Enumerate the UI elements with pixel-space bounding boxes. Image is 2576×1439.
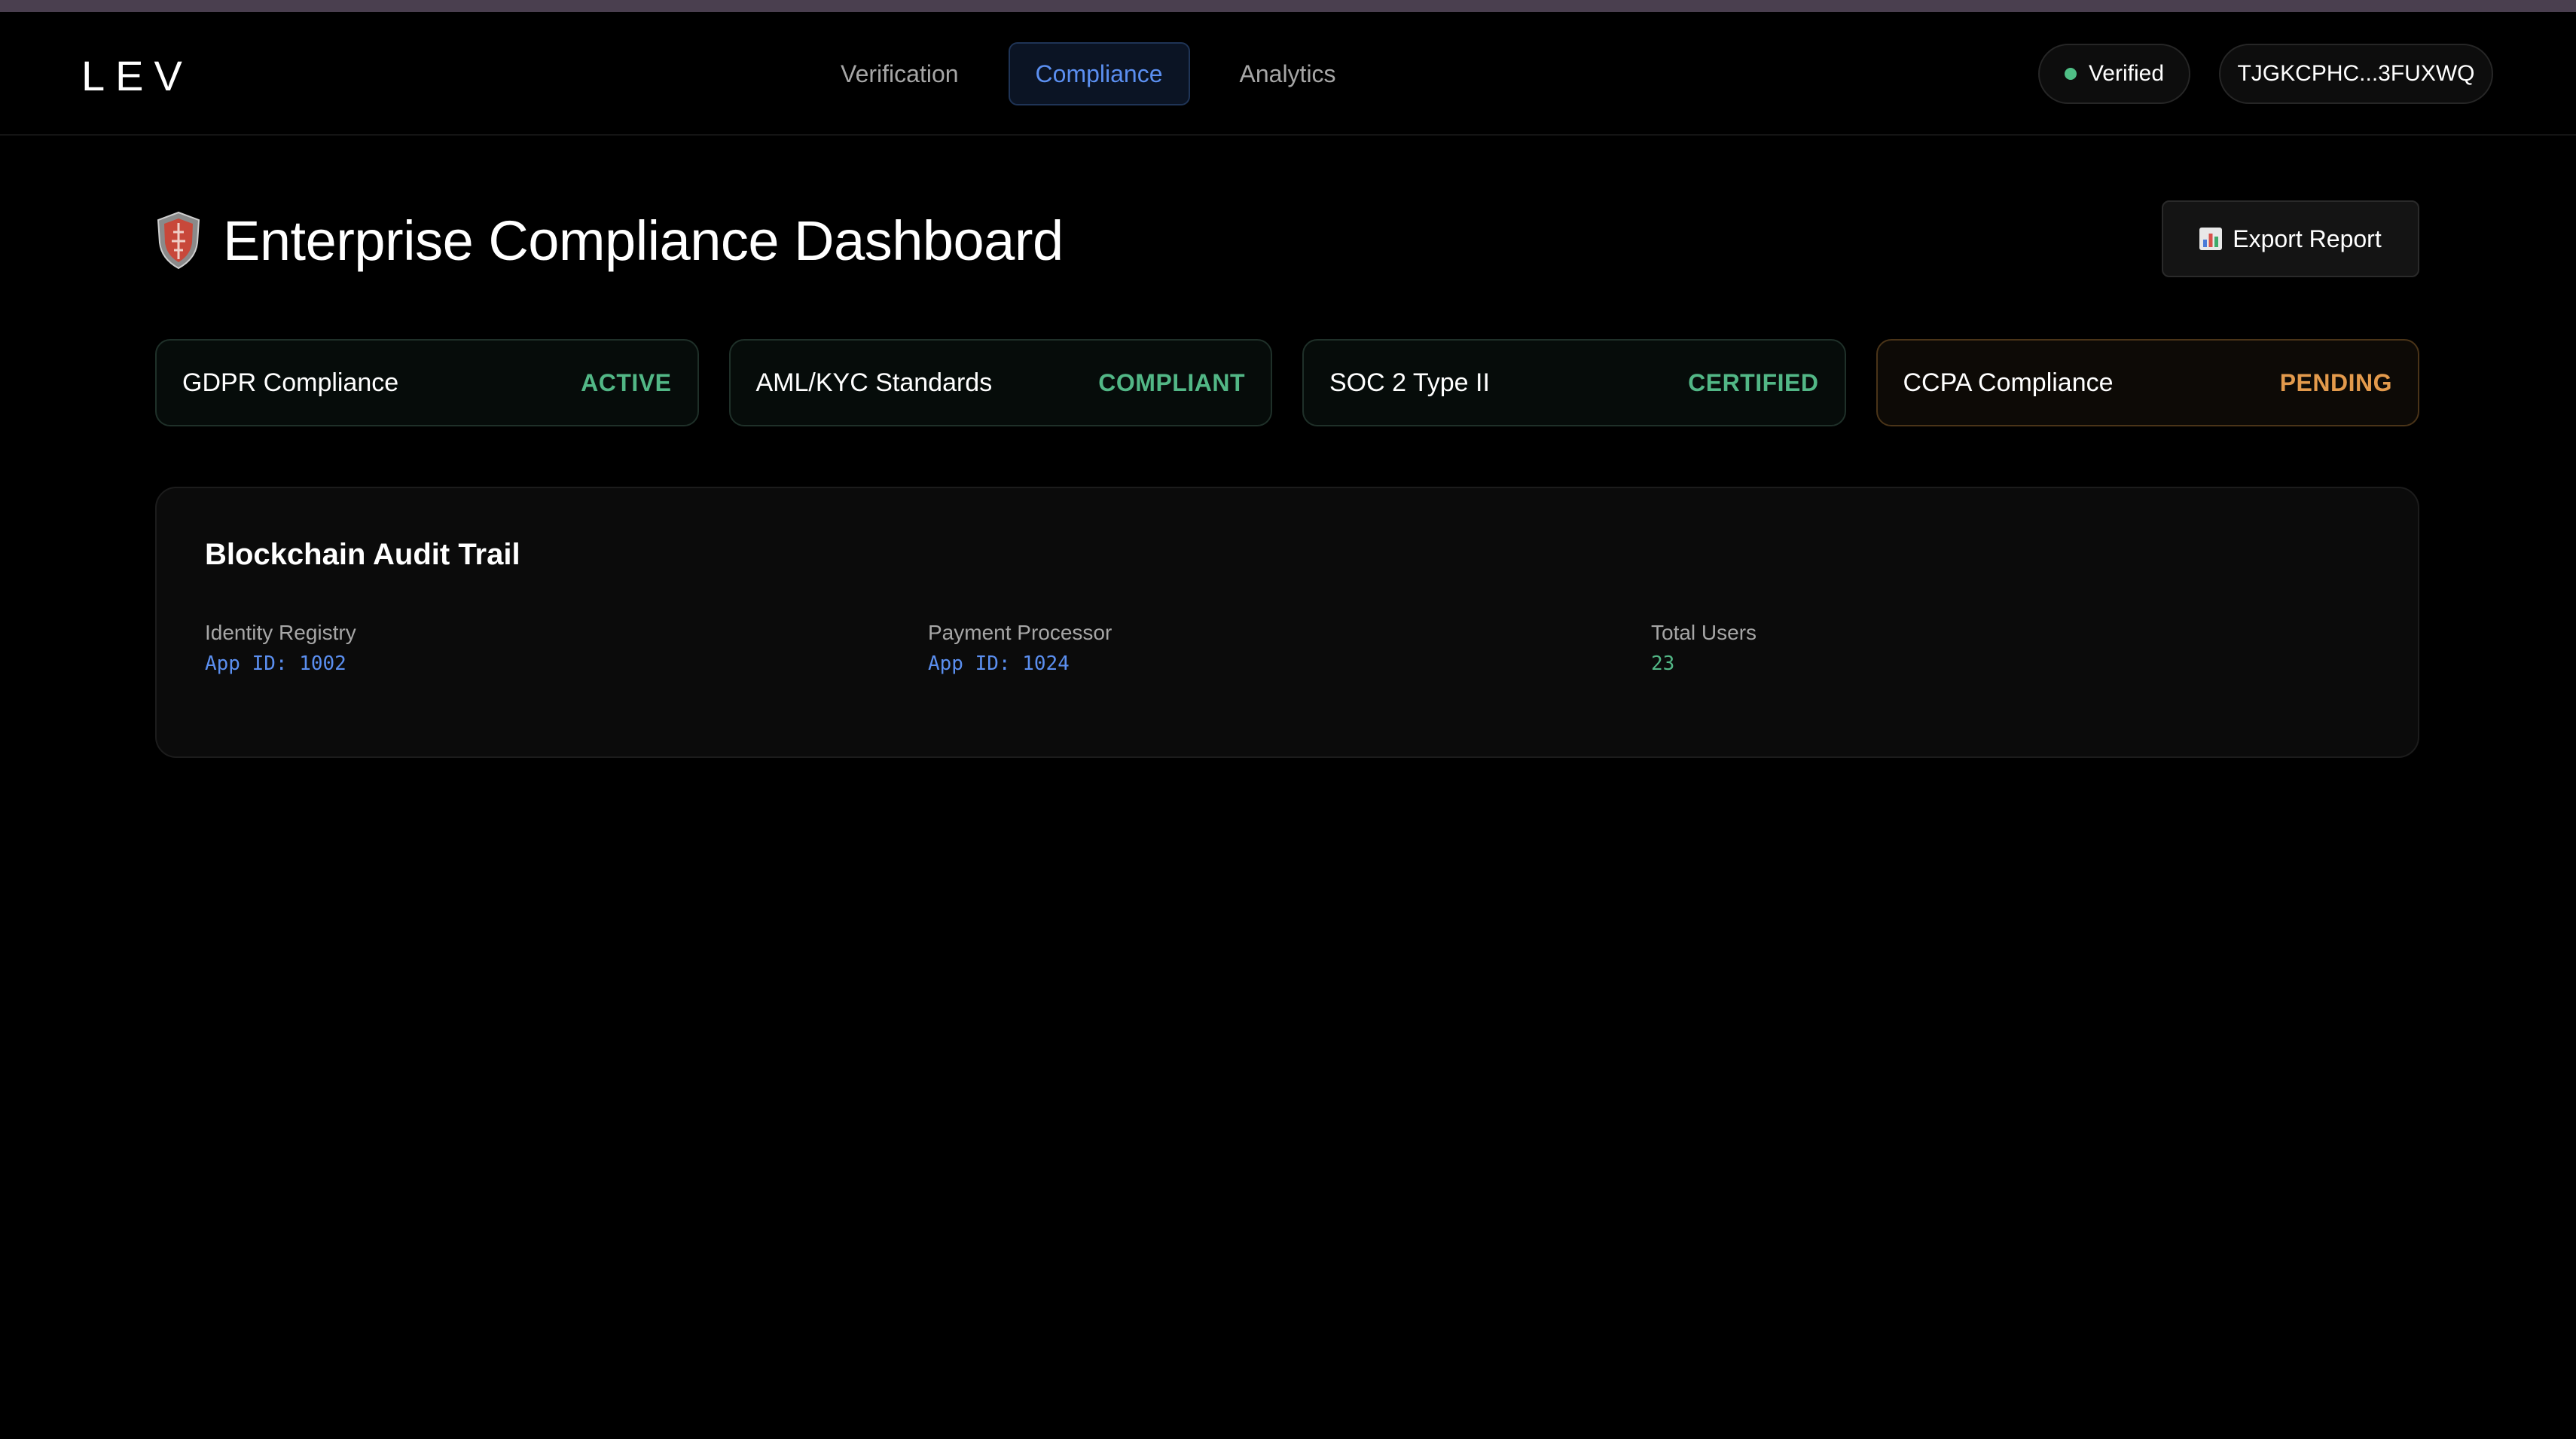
audit-item-label: Total Users — [1651, 621, 1757, 644]
verified-label: Verified — [2088, 61, 2165, 86]
compliance-card-ccpa[interactable]: CCPA Compliance PENDING — [1876, 339, 2419, 426]
audit-item-value: App ID: 1024 — [928, 652, 1070, 675]
status-badge: PENDING — [2279, 368, 2392, 396]
wallet-address: TJGKCPHC...3FUXWQ — [2237, 61, 2475, 86]
audit-item-value: 23 — [1651, 652, 1675, 675]
compliance-status-row: GDPR Compliance ACTIVE AML/KYC Standards… — [155, 339, 2419, 426]
bar-chart-icon — [2199, 228, 2223, 250]
page-header: Enterprise Compliance Dashboard — [155, 199, 1064, 282]
compliance-name: GDPR Compliance — [182, 368, 399, 397]
main-nav: Verification Compliance Analytics — [813, 42, 1363, 105]
audit-trail-title: Blockchain Audit Trail — [205, 538, 520, 571]
tab-compliance[interactable]: Compliance — [1008, 42, 1190, 105]
audit-item-label: Identity Registry — [205, 621, 356, 644]
compliance-name: AML/KYC Standards — [755, 368, 993, 397]
window-top-strip — [0, 0, 2576, 12]
audit-item-payment-processor: Payment Processor App ID: 1024 — [928, 621, 1651, 675]
page-title: Enterprise Compliance Dashboard — [223, 209, 1064, 272]
shield-icon — [157, 211, 200, 270]
status-badge: COMPLIANT — [1098, 368, 1245, 396]
compliance-name: SOC 2 Type II — [1329, 368, 1490, 397]
audit-item-value: App ID: 1002 — [205, 652, 346, 675]
compliance-card-aml-kyc[interactable]: AML/KYC Standards COMPLIANT — [728, 339, 1272, 426]
top-navbar: LEV Verification Compliance Analytics Ve… — [0, 12, 2576, 136]
export-report-label: Export Report — [2233, 225, 2382, 252]
status-badge: ACTIVE — [581, 368, 672, 396]
verified-status-badge[interactable]: Verified — [2038, 44, 2190, 104]
export-report-button[interactable]: Export Report — [2162, 200, 2419, 277]
compliance-name: CCPA Compliance — [1903, 368, 2114, 397]
compliance-card-gdpr[interactable]: GDPR Compliance ACTIVE — [155, 339, 699, 426]
compliance-card-soc2[interactable]: SOC 2 Type II CERTIFIED — [1302, 339, 1846, 426]
tab-verification[interactable]: Verification — [813, 42, 986, 105]
app-logo[interactable]: LEV — [81, 51, 193, 100]
audit-trail-grid: Identity Registry App ID: 1002 Payment P… — [205, 621, 2374, 675]
status-dot-icon — [2064, 68, 2077, 80]
audit-item-total-users: Total Users 23 — [1651, 621, 2374, 675]
status-badge: CERTIFIED — [1688, 368, 1819, 396]
tab-analytics[interactable]: Analytics — [1213, 42, 1363, 105]
blockchain-audit-trail-card: Blockchain Audit Trail Identity Registry… — [155, 487, 2419, 758]
audit-item-identity-registry: Identity Registry App ID: 1002 — [205, 621, 928, 675]
wallet-address-button[interactable]: TJGKCPHC...3FUXWQ — [2219, 44, 2493, 104]
audit-item-label: Payment Processor — [928, 621, 1113, 644]
